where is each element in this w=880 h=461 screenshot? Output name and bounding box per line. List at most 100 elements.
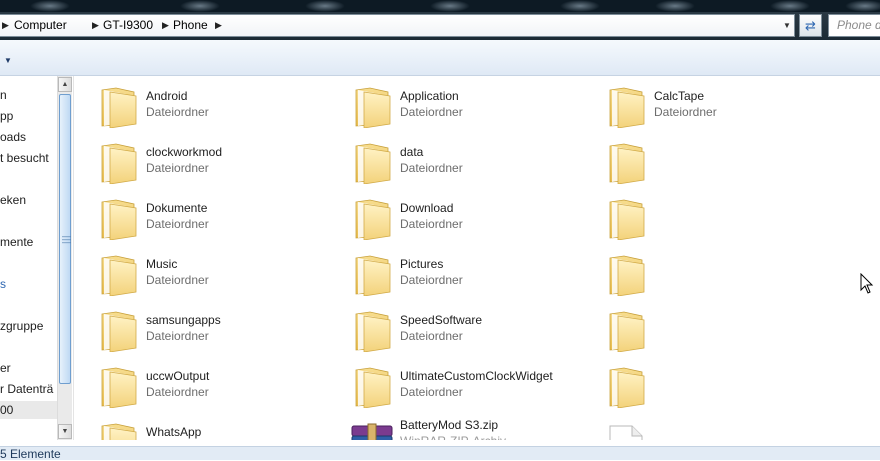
folder-application[interactable]: Application Dateiordner xyxy=(350,84,600,134)
nav-item-computer[interactable]: er xyxy=(0,359,11,377)
item-name: samsungapps xyxy=(146,313,221,327)
status-bar: 5 Elemente xyxy=(0,446,880,461)
scroll-grip-icon: — — — xyxy=(62,231,71,247)
folder-icon xyxy=(96,420,140,440)
folder-calctape[interactable]: CalcTape Dateiordner xyxy=(604,84,854,134)
folder-dokumente[interactable]: Dokumente Dateiordner xyxy=(96,196,346,246)
navigation-pane: n pp oads t besucht eken mente s zgruppe… xyxy=(0,76,57,440)
folder-unlabeled-5[interactable] xyxy=(604,364,854,414)
folder-icon xyxy=(96,196,140,240)
file-batterymod[interactable]: BatteryMod S3.zip WinRAR-ZIP-Archiv xyxy=(350,416,600,440)
refresh-icon: ⇄ xyxy=(805,18,816,33)
breadcrumb-chevron-icon[interactable]: ▶ xyxy=(162,15,169,36)
folder-icon xyxy=(604,308,648,352)
folder-download[interactable]: Download Dateiordner xyxy=(350,196,600,246)
folder-whatsapp[interactable]: WhatsApp xyxy=(96,420,346,440)
folder-icon xyxy=(604,252,648,296)
item-name: CalcTape xyxy=(654,89,705,103)
folder-pictures[interactable]: Pictures Dateiordner xyxy=(350,252,600,302)
item-name: Download xyxy=(400,201,454,215)
folder-unlabeled-1[interactable] xyxy=(604,140,854,190)
item-name: UltimateCustomClockWidget xyxy=(400,369,553,383)
nav-item-homegroup-link[interactable]: s xyxy=(0,275,6,293)
folder-icon xyxy=(96,252,140,296)
folder-icon xyxy=(350,84,394,128)
nav-item-recent[interactable]: t besucht xyxy=(0,149,49,167)
winrar-archive-icon xyxy=(351,423,393,440)
item-type: WinRAR-ZIP-Archiv xyxy=(400,434,506,440)
scroll-up-icon[interactable]: ▲ xyxy=(58,77,72,92)
item-name: BatteryMod S3.zip xyxy=(400,418,499,432)
folder-unlabeled-2[interactable] xyxy=(604,196,854,246)
mouse-cursor-icon xyxy=(860,273,874,294)
item-name: Application xyxy=(400,89,459,103)
nav-item-downloads[interactable]: oads xyxy=(0,128,26,146)
breadcrumb-chevron-icon[interactable]: ▶ xyxy=(92,15,99,36)
folder-icon xyxy=(604,196,648,240)
item-type: Dateiordner xyxy=(146,385,209,399)
dropdown-arrow-icon[interactable]: ▼ xyxy=(780,15,794,36)
folder-icon xyxy=(604,140,648,184)
folder-samsungapps[interactable]: samsungapps Dateiordner xyxy=(96,308,346,358)
item-name: uccwOutput xyxy=(146,369,210,383)
breadcrumb-computer[interactable]: Computer xyxy=(14,15,67,36)
folder-clockworkmod[interactable]: clockworkmod Dateiordner xyxy=(96,140,346,190)
item-name: data xyxy=(400,145,424,159)
refresh-button[interactable]: ⇄ xyxy=(799,14,822,37)
folder-data[interactable]: data Dateiordner xyxy=(350,140,600,190)
folder-unlabeled-4[interactable] xyxy=(604,308,854,358)
breadcrumb-root-chevron-icon[interactable]: ▶ xyxy=(2,15,9,36)
item-type: Dateiordner xyxy=(400,273,463,287)
folder-uccwoutput[interactable]: uccwOutput Dateiordner xyxy=(96,364,346,414)
breadcrumb-device[interactable]: GT-I9300 xyxy=(103,15,153,36)
folder-icon xyxy=(96,84,140,128)
folder-icon xyxy=(350,196,394,240)
scroll-down-icon[interactable]: ▼ xyxy=(58,424,72,439)
nav-item-desktop[interactable]: n xyxy=(0,86,7,104)
folder-music[interactable]: Music Dateiordner xyxy=(96,252,346,302)
nav-item-documents[interactable]: mente xyxy=(0,233,33,251)
document-icon xyxy=(609,425,643,440)
command-bar: ▼ xyxy=(0,40,880,76)
item-type: Dateiordner xyxy=(400,385,463,399)
item-name: Pictures xyxy=(400,257,444,271)
folder-ultimatecustomclockwidget[interactable]: UltimateCustomClockWidget Dateiordner xyxy=(350,364,600,414)
organize-dropdown-icon[interactable]: ▼ xyxy=(4,56,12,65)
item-count: 5 Elemente xyxy=(0,447,61,461)
folder-icon xyxy=(350,140,394,184)
item-type: Dateiordner xyxy=(400,161,463,175)
nav-scrollbar[interactable]: ▲ — — — ▼ xyxy=(57,76,72,440)
window-title-strip xyxy=(0,0,880,12)
item-type: Dateiordner xyxy=(146,161,209,175)
search-input[interactable]: Phone d xyxy=(828,14,880,37)
folder-android[interactable]: Android Dateiordner xyxy=(96,84,346,134)
nav-item-libraries[interactable]: eken xyxy=(0,191,26,209)
item-name: Dokumente xyxy=(146,201,208,215)
folder-icon xyxy=(604,84,648,128)
folder-icon xyxy=(96,364,140,408)
folder-unlabeled-3[interactable] xyxy=(604,252,854,302)
item-name: clockworkmod xyxy=(146,145,223,159)
breadcrumb-chevron-icon[interactable]: ▶ xyxy=(215,15,222,36)
item-type: Dateiordner xyxy=(400,105,463,119)
item-type: Dateiordner xyxy=(654,105,717,119)
folder-icon xyxy=(96,308,140,352)
item-type: Dateiordner xyxy=(146,105,209,119)
nav-item-drive[interactable]: r Datenträ xyxy=(0,380,53,398)
nav-item-homegroup[interactable]: zgruppe xyxy=(0,317,43,335)
item-name: SpeedSoftware xyxy=(400,313,483,327)
item-type: Dateiordner xyxy=(400,329,463,343)
folder-icon xyxy=(604,364,648,408)
folder-icon xyxy=(350,252,394,296)
nav-item-apps[interactable]: pp xyxy=(0,107,13,125)
item-name: Music xyxy=(146,257,178,271)
nav-item-phone[interactable]: 00 xyxy=(0,401,13,419)
scroll-thumb[interactable]: — — — xyxy=(59,94,71,384)
address-bar[interactable]: ▶ Computer ▶ GT-I9300 ▶ Phone ▶ ▼ xyxy=(0,14,795,37)
breadcrumb-phone[interactable]: Phone xyxy=(173,15,208,36)
item-type: Dateiordner xyxy=(146,329,209,343)
item-type: Dateiordner xyxy=(146,217,209,231)
file-unlabeled[interactable] xyxy=(604,422,854,440)
item-name: WhatsApp xyxy=(146,425,202,439)
folder-speedsoftware[interactable]: SpeedSoftware Dateiordner xyxy=(350,308,600,358)
